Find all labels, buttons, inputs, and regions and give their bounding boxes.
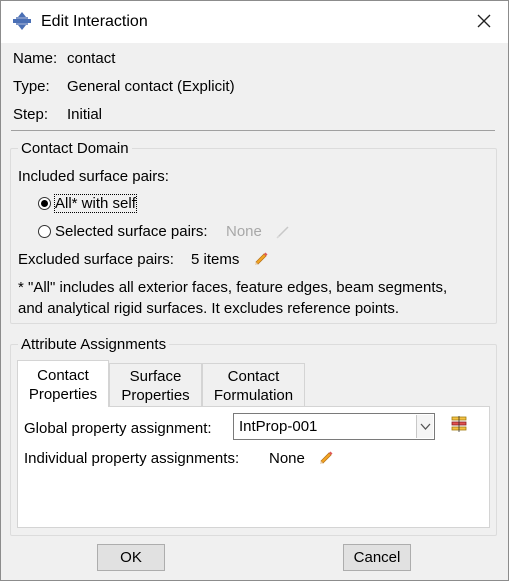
interaction-icon [13, 12, 31, 30]
close-icon[interactable] [474, 11, 494, 31]
tab-surface-properties-line1: Surface [129, 368, 182, 385]
edit-interaction-dialog: Edit Interaction Name: contact Type: Gener… [0, 0, 509, 581]
excluded-surface-pairs-label: Excluded surface pairs: [18, 251, 174, 268]
edit-individual-property-icon[interactable] [318, 450, 334, 466]
tab-contact-formulation-line2: Formulation [213, 387, 294, 404]
title-bar: Edit Interaction [1, 1, 508, 43]
tab-contact-properties[interactable]: Contact Properties [17, 360, 109, 407]
window-title: Edit Interaction [41, 13, 148, 30]
tab-contact-formulation[interactable]: Contact Formulation [202, 363, 305, 406]
global-property-combo[interactable]: IntProp-001 [233, 413, 435, 440]
tab-surface-properties[interactable]: Surface Properties [109, 363, 202, 406]
ok-button[interactable]: OK [97, 544, 165, 571]
edit-selected-pairs-icon-disabled [276, 226, 289, 239]
type-label: Type: [13, 78, 50, 95]
edit-excluded-pairs-icon[interactable] [253, 251, 269, 267]
all-with-self-label[interactable]: All* with self [54, 194, 137, 213]
cancel-button[interactable]: Cancel [343, 544, 411, 571]
separator [11, 130, 495, 131]
type-value: General contact (Explicit) [67, 78, 235, 95]
selected-surface-pairs-label[interactable]: Selected surface pairs: [55, 223, 208, 240]
global-property-value: IntProp-001 [239, 418, 318, 435]
step-row: Step: Initial [13, 106, 102, 123]
contact-domain-title: Contact Domain [18, 140, 132, 157]
name-value: contact [67, 50, 116, 67]
individual-property-label: Individual property assignments: [24, 450, 240, 467]
step-label: Step: [13, 106, 49, 123]
chevron-down-icon [420, 423, 431, 430]
note-line-2: and analytical rigid surfaces. It exclud… [18, 300, 400, 317]
individual-property-value: None [269, 450, 305, 467]
tab-contact-formulation-line1: Contact [227, 368, 280, 385]
step-value: Initial [67, 106, 103, 123]
excluded-surface-pairs-value: 5 items [191, 251, 240, 268]
name-label: Name: [13, 50, 58, 67]
included-surface-pairs-label: Included surface pairs: [18, 168, 169, 185]
tab-contact-properties-line2: Properties [28, 386, 98, 403]
selected-surface-pairs-value: None [226, 223, 262, 240]
note-line-1: * "All" includes all exterior faces, fea… [18, 279, 448, 296]
name-row: Name: contact [13, 50, 115, 67]
combo-dropdown-button[interactable] [416, 415, 433, 438]
tab-surface-properties-line2: Properties [121, 387, 190, 404]
tab-contact-properties-line1: Contact [37, 367, 89, 384]
attribute-assignments-title: Attribute Assignments [18, 336, 170, 353]
global-property-label: Global property assignment: [24, 420, 212, 437]
all-with-self-radio[interactable] [38, 197, 51, 210]
type-row: Type: General contact (Explicit) [13, 78, 235, 95]
selected-surface-pairs-radio[interactable] [38, 225, 51, 238]
property-manager-icon[interactable] [450, 415, 468, 433]
